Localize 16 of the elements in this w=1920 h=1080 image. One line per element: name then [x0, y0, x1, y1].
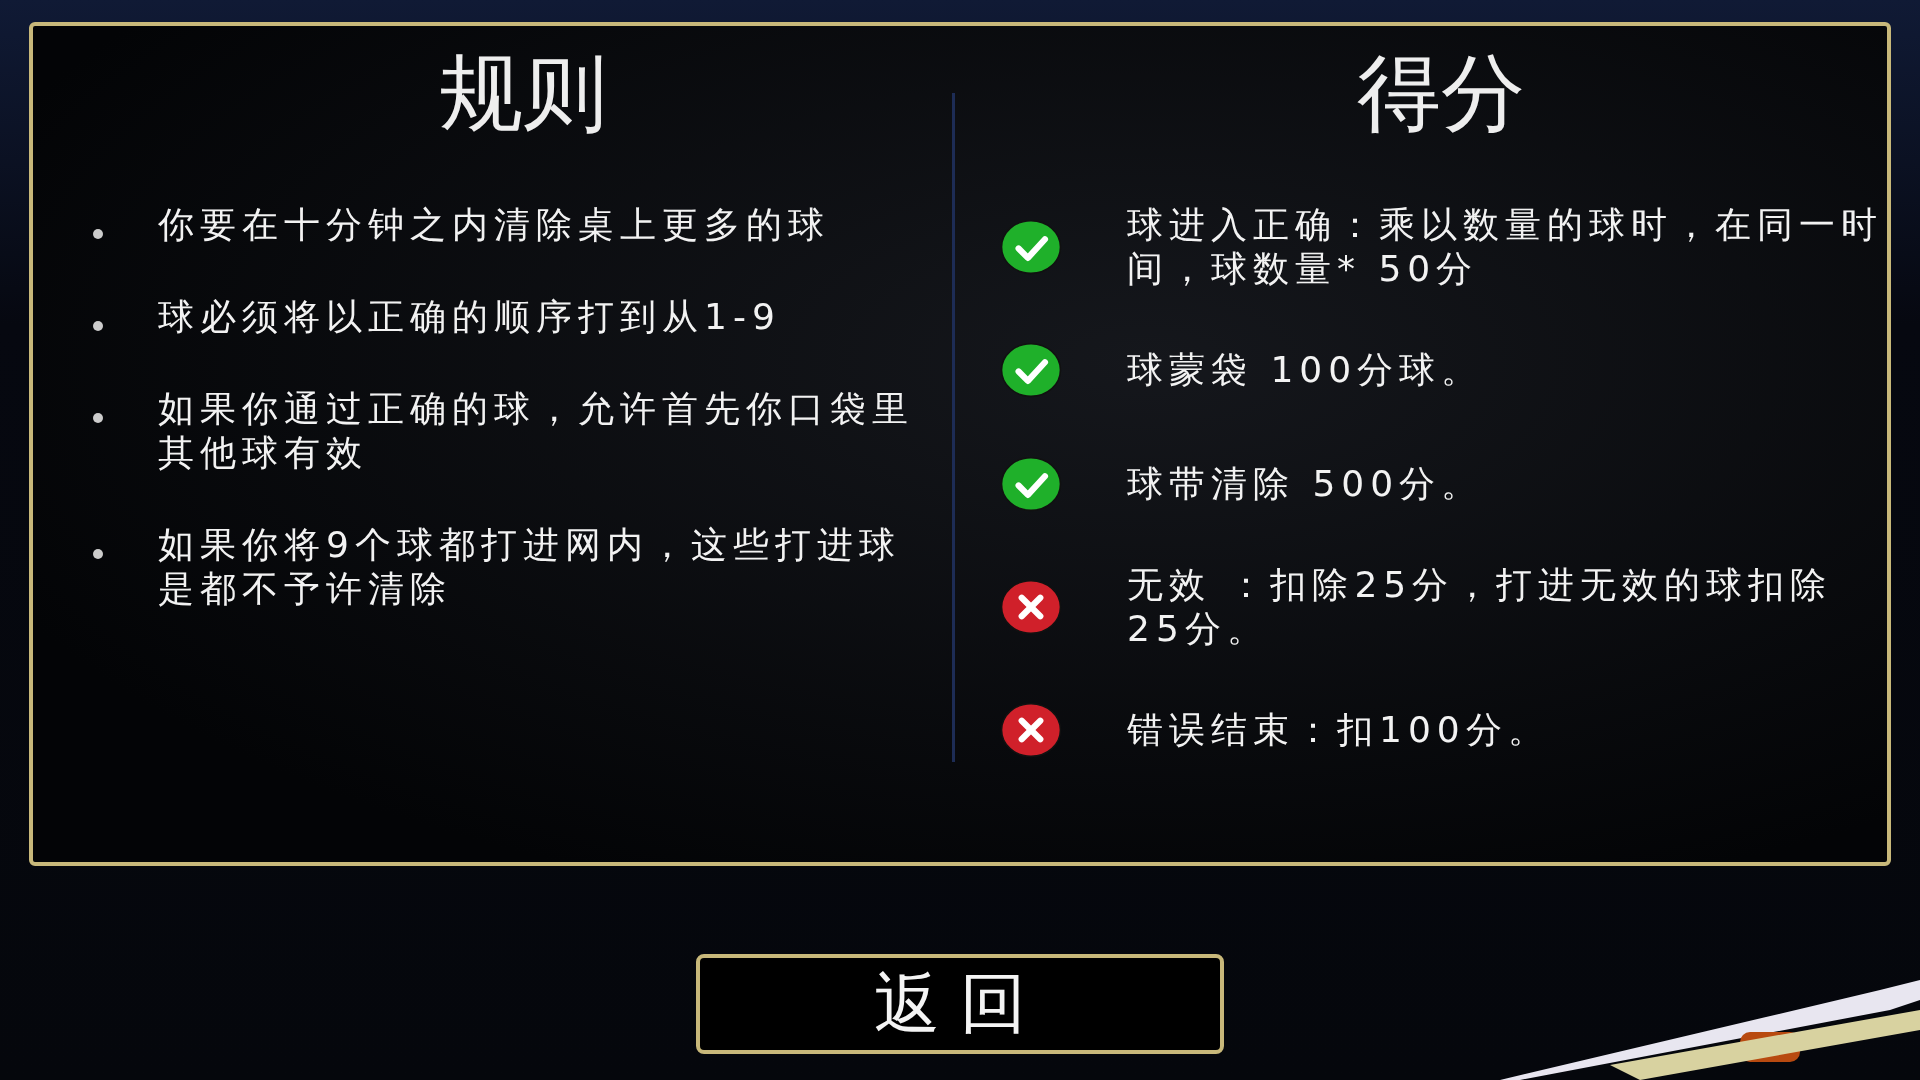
- scoring-text: 球带清除 500分。: [1127, 462, 1485, 506]
- scoring-text: 球进入正确：乘以数量的球时，在同一时间，球数量* 50分: [1127, 203, 1884, 291]
- section-title: 得分: [1356, 43, 1526, 144]
- rule-text: 如果你通过正确的球，允许首先你口袋里其他球有效: [158, 387, 915, 475]
- bullet-icon: [93, 321, 103, 331]
- rule-text: 如果你将9个球都打进网内，这些打进球是都不予许清除: [158, 523, 902, 611]
- rule-text: 你要在十分钟之内清除桌上更多的球: [158, 203, 831, 247]
- scoring-text: 球蒙袋 100分球。: [1127, 348, 1485, 392]
- scoring-text: 错误结束：扣100分。: [1127, 708, 1551, 752]
- back-button[interactable]: 返回: [696, 954, 1224, 1054]
- bullet-icon: [93, 413, 103, 423]
- scoring-text: 无效 ：扣除25分，打进无效的球扣除25分。: [1127, 563, 1834, 651]
- bullet-icon: [93, 549, 103, 559]
- bullet-icon: [93, 229, 103, 239]
- section-title: 规则: [437, 43, 608, 144]
- rule-text: 球必须将以正确的顺序打到从1-9: [158, 295, 782, 339]
